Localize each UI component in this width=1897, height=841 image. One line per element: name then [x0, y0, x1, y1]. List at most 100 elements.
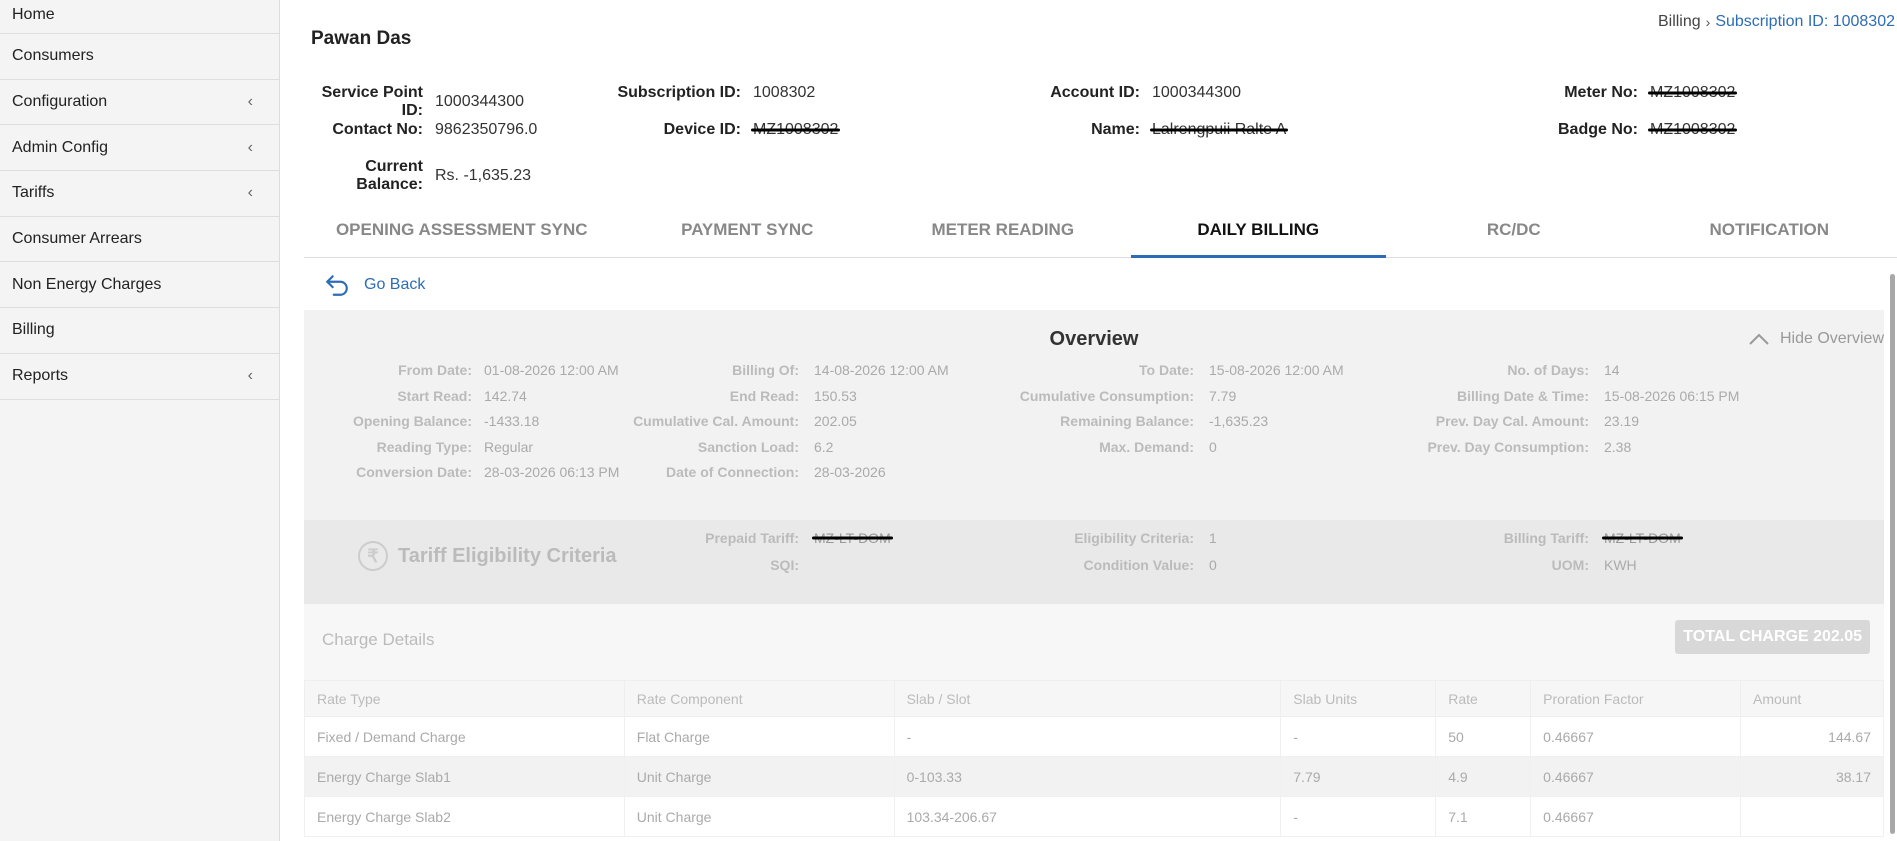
table-cell: 50 [1435, 716, 1532, 757]
sidebar-item-label: Billing [12, 321, 55, 339]
tab-daily-billing[interactable]: DAILY BILLING [1130, 202, 1387, 258]
sidebar-item-reports[interactable]: Reports ‹ [0, 354, 279, 400]
sidebar-item-home[interactable]: Home [0, 0, 279, 34]
hide-overview-button[interactable]: Hide Overview [1748, 330, 1884, 348]
total-charge-button[interactable]: TOTAL CHARGE 202.05 [1675, 620, 1870, 654]
tariff-field-value: KWH [1604, 557, 1637, 573]
tariff-eligibility-heading: ₹ Tariff Eligibility Criteria [358, 541, 617, 571]
overview-field-value: 142.74 [484, 387, 527, 404]
table-row: Energy Charge Slab1 Unit Charge 0-103.33 7.… [304, 756, 1884, 797]
table-cell: Energy Charge Slab2 [304, 796, 625, 837]
overview-field-value: -1433.18 [484, 413, 540, 429]
overview-field-label: From Date: [398, 362, 472, 378]
overview-field-value: -1,635.23 [1209, 413, 1269, 429]
go-back-label: Go Back [364, 276, 426, 293]
sidebar-item-label: Home [12, 6, 55, 23]
contact-field: Contact No: 9862350796.0 [313, 121, 537, 139]
overview-field-label: Cumulative Consumption: [1019, 387, 1194, 404]
subscription-value: 1008302 [753, 84, 816, 101]
sidebar-item-admin-config[interactable]: Admin Config ‹ [0, 125, 279, 172]
overview-title: Overview [1049, 328, 1139, 350]
overview-field-label: Reading Type: [376, 438, 472, 455]
name-field: Name: Lalrengpuii Ralte A [1040, 121, 1286, 139]
table-cell: 7.1 [1435, 796, 1532, 837]
contact-value: 9862350796.0 [435, 121, 538, 138]
chevron-up-icon [1749, 333, 1769, 345]
tariff-field-value: 0 [1209, 557, 1217, 573]
go-back-button[interactable]: Go Back [324, 272, 425, 298]
column-header: Rate Type [304, 680, 625, 717]
service-point-label: Service Point ID: [321, 84, 423, 119]
table-cell: 103.34-206.67 [893, 796, 1282, 837]
overview-field-label: End Read: [729, 387, 799, 404]
charge-details-header: Charge Details TOTAL CHARGE 202.05 [304, 604, 1884, 690]
charge-details-title: Charge Details [322, 630, 435, 649]
overview-section: Overview Hide Overview From Date: 01-08-2… [304, 310, 1884, 604]
overview-field-label: No. of Days: [1507, 362, 1589, 378]
tab-meter-reading[interactable]: METER READING [875, 202, 1131, 257]
sidebar-item-non-energy-charges[interactable]: Non Energy Charges [0, 262, 279, 309]
tariff-eligibility-title: Tariff Eligibility Criteria [398, 544, 617, 567]
overview-field-value: 14-08-2026 12:00 AM [814, 362, 949, 378]
column-header: Slab Units [1280, 680, 1437, 717]
tab-rc-dc[interactable]: RC/DC [1386, 202, 1642, 257]
table-cell: 0-103.33 [893, 756, 1282, 797]
chevron-left-icon: ‹ [247, 138, 253, 156]
sidebar-item-configuration[interactable]: Configuration ‹ [0, 80, 279, 126]
tariff-field-value: MZ-LT-DOM [1604, 530, 1681, 546]
subscription-label: Subscription ID: [617, 84, 741, 101]
hide-overview-label: Hide Overview [1779, 330, 1884, 347]
sidebar-item-tariffs[interactable]: Tariffs ‹ [0, 171, 279, 217]
account-label: Account ID: [1050, 84, 1140, 101]
rupee-icon: ₹ [358, 541, 388, 571]
badge-field: Badge No: MZ1008302 [1480, 121, 1735, 139]
tariff-field-label: Billing Tariff: [1503, 530, 1589, 546]
service-point-field: Service Point ID: 1000344300 [313, 84, 524, 120]
overview-field-label: Date of Connection: [666, 464, 799, 480]
sidebar-item-label: Consumer Arrears [12, 230, 142, 248]
table-cell: 0.46667 [1530, 796, 1742, 837]
sidebar-item-label: Tariffs [12, 184, 55, 202]
column-header: Rate Component [623, 680, 895, 717]
tariff-field-label: Condition Value: [1083, 557, 1194, 573]
charge-details-table: Rate Type Rate Component Slab / Slot Slab U… [304, 680, 1884, 837]
table-row: Energy Charge Slab2 Unit Charge 103.34-206… [304, 796, 1884, 837]
tab-opening-assessment-sync[interactable]: OPENING ASSESSMENT SYNC [304, 202, 620, 257]
overview-field-value: 2.38 [1604, 438, 1632, 455]
sidebar-item-billing[interactable]: Billing [0, 308, 279, 354]
breadcrumb-billing[interactable]: Billing [1658, 13, 1701, 31]
overview-field-label: Billing Of: [732, 362, 799, 378]
daily-billing-panel: Go Back Overview Hide Overview From Date… [304, 258, 1884, 841]
scrollbar-thumb[interactable] [1890, 274, 1895, 834]
table-header-row: Rate Type Rate Component Slab / Slot Slab U… [304, 680, 1884, 717]
overview-field-label: Conversion Date: [356, 464, 472, 480]
overview-field-label: To Date: [1139, 362, 1194, 378]
overview-field-label: Start Read: [397, 387, 472, 404]
sidebar-item-consumer-arrears[interactable]: Consumer Arrears [0, 217, 279, 263]
sidebar-item-label: Consumers [12, 47, 94, 65]
table-cell: 144.67 [1740, 716, 1884, 757]
panel-scrollbar[interactable] [1887, 262, 1897, 841]
sidebar-item-label: Non Energy Charges [12, 275, 162, 293]
balance-field: Current Balance: Rs. -1,635.23 [313, 158, 531, 194]
table-cell: 4.9 [1435, 756, 1532, 797]
overview-field-value: Regular [484, 438, 534, 455]
column-header: Rate [1435, 680, 1532, 717]
overview-field-value: 23.19 [1604, 413, 1640, 429]
overview-field-value: 01-08-2026 12:00 AM [484, 362, 619, 378]
table-cell: Unit Charge [623, 796, 895, 837]
overview-field-value: 0 [1209, 438, 1217, 455]
table-cell: 7.79 [1280, 756, 1437, 797]
tab-payment-sync[interactable]: PAYMENT SYNC [620, 202, 876, 257]
chevron-left-icon: ‹ [247, 93, 253, 111]
meter-value: MZ1008302 [1650, 84, 1736, 101]
tariff-eligibility-section: ₹ Tariff Eligibility Criteria Prepaid Ta… [304, 520, 1884, 604]
overview-field-value: 15-08-2026 06:15 PM [1604, 387, 1740, 404]
chevron-right-icon: › [1705, 14, 1711, 30]
sidebar-item-consumers[interactable]: Consumers [0, 34, 279, 80]
breadcrumb-subscription[interactable]: Subscription ID: 1008302 [1715, 13, 1895, 31]
table-cell: Unit Charge [623, 756, 895, 797]
tab-notification[interactable]: NOTIFICATION [1642, 202, 1897, 257]
overview-field-value: 6.2 [814, 438, 834, 455]
subscription-field: Subscription ID: 1008302 [610, 84, 815, 102]
